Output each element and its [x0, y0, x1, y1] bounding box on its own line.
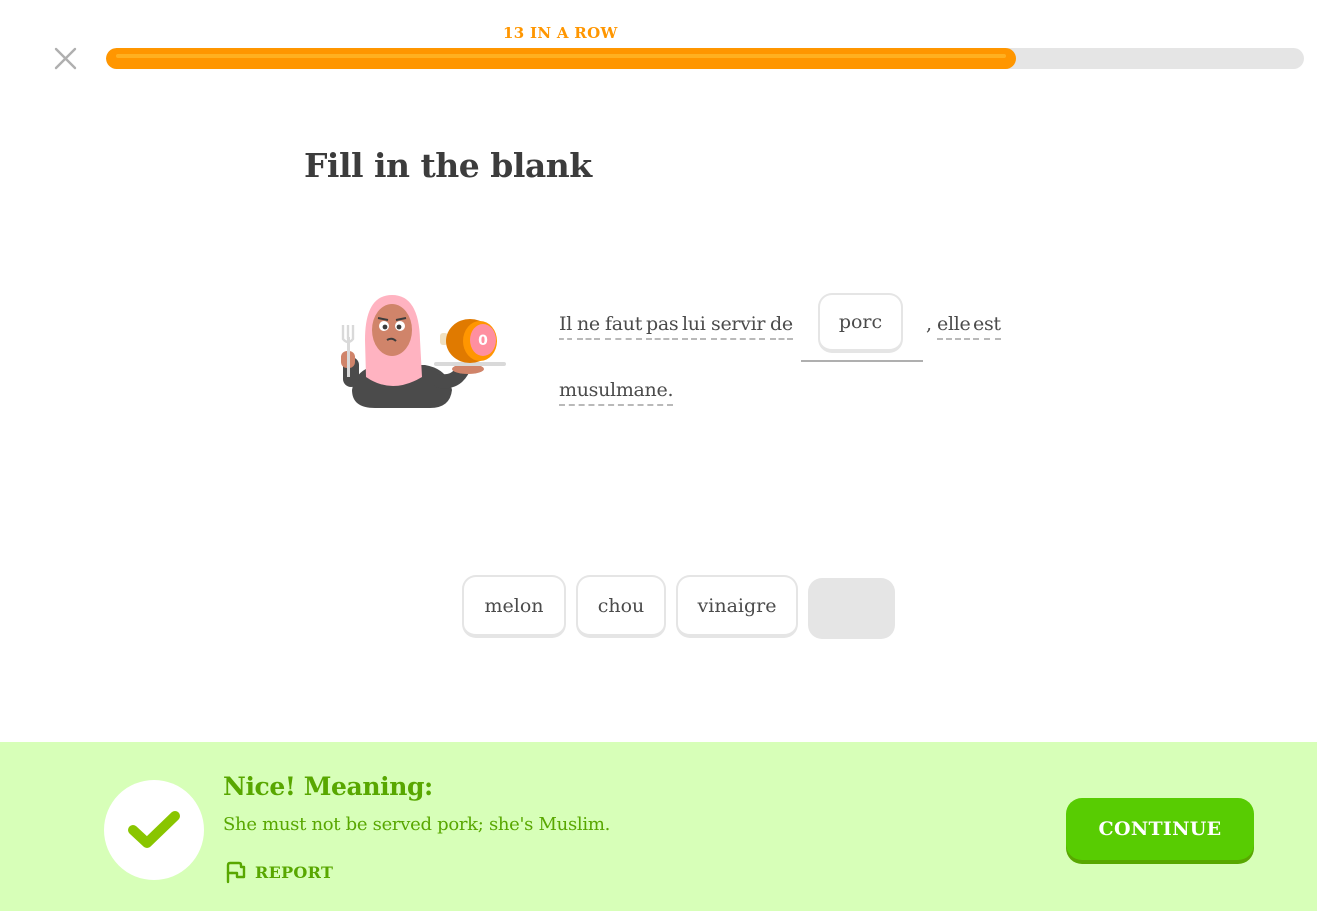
- ham-badge: 0: [478, 333, 488, 349]
- report-button[interactable]: REPORT: [223, 860, 333, 884]
- feedback-meaning: She must not be served pork; she's Musli…: [223, 814, 611, 835]
- close-button[interactable]: [50, 44, 80, 74]
- woman-with-hijab-holding-ham-icon: 0: [341, 295, 506, 408]
- sentence-word[interactable]: faut: [605, 313, 642, 340]
- report-label: REPORT: [255, 862, 334, 882]
- sentence-word[interactable]: ne: [577, 313, 600, 340]
- feedback-title: Nice! Meaning:: [223, 772, 433, 801]
- sentence-word[interactable]: de: [770, 313, 793, 340]
- word-bank-tile[interactable]: chou: [576, 575, 666, 638]
- word-bank-tile[interactable]: vinaigre: [676, 575, 798, 638]
- sentence-word[interactable]: pas: [646, 313, 679, 340]
- correct-badge: [104, 780, 204, 880]
- word-bank-tile[interactable]: melon: [462, 575, 566, 638]
- character-illustration: 0: [330, 285, 520, 415]
- progress-bar-fill: [106, 48, 1017, 69]
- sentence-punctuation: ,: [926, 313, 932, 335]
- sentence-word[interactable]: Il: [559, 313, 572, 340]
- streak-label: 13 IN A ROW: [503, 24, 618, 42]
- sentence-word[interactable]: elle: [937, 313, 971, 340]
- answer-blank: [801, 360, 923, 362]
- checkmark-icon: [128, 811, 180, 848]
- sentence-word[interactable]: musulmane.: [559, 379, 673, 406]
- sentence-word[interactable]: lui: [682, 313, 706, 340]
- continue-button[interactable]: CONTINUE: [1066, 798, 1254, 860]
- word-bank-empty-slot: [808, 578, 895, 639]
- progress-bar: [106, 48, 1304, 69]
- feedback-banner: Nice! Meaning: She must not be served po…: [0, 742, 1317, 911]
- sentence-word[interactable]: est: [973, 313, 1001, 340]
- selected-answer-tile[interactable]: porc: [818, 293, 903, 353]
- challenge-title: Fill in the blank: [304, 146, 592, 185]
- close-icon: [54, 47, 77, 70]
- sentence-word[interactable]: servir: [711, 313, 765, 340]
- progress-bar-shine: [116, 54, 1007, 58]
- flag-icon: [226, 861, 246, 884]
